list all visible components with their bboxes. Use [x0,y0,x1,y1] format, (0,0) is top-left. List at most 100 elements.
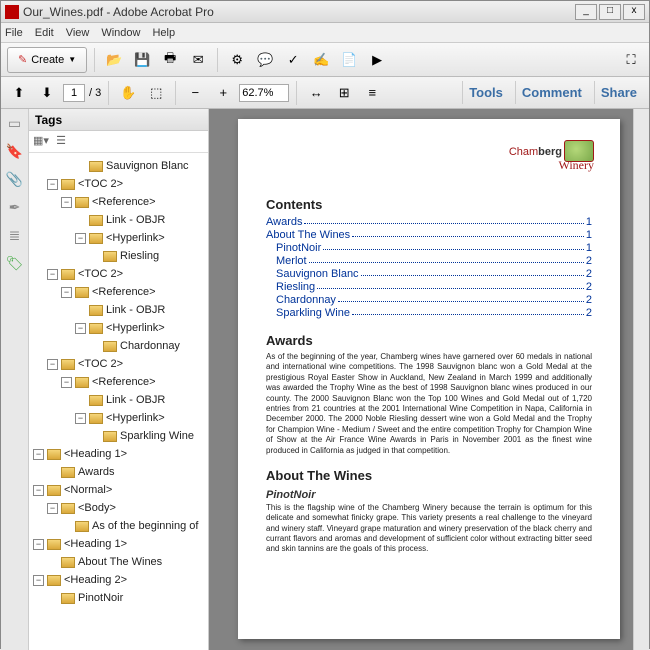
tree-node[interactable]: −<Reference> [31,283,206,301]
scroll-icon[interactable]: ≡ [360,81,384,105]
toc-page: 2 [586,307,592,319]
sign-icon[interactable]: ✍ [309,48,333,72]
open-icon[interactable]: 📂 [102,48,126,72]
toggle-icon[interactable]: − [61,377,72,388]
toc-line[interactable]: Sparkling Wine2 [266,307,592,319]
tags-options-icon[interactable]: ▦▾ [33,134,49,150]
hand-icon[interactable]: ✋ [116,81,140,105]
zoom-input[interactable] [239,84,289,102]
menu-edit[interactable]: Edit [35,27,54,39]
tree-node[interactable]: Riesling [31,247,206,265]
toc-line[interactable]: Merlot2 [266,255,592,267]
tree-node[interactable]: −<TOC 2> [31,355,206,373]
tree-node[interactable]: Sauvignon Blanc [31,157,206,175]
tree-node[interactable]: Awards [31,463,206,481]
tree-node[interactable]: −<Heading 1> [31,535,206,553]
tree-node[interactable]: Chardonnay [31,337,206,355]
toggle-icon[interactable]: − [47,269,58,280]
toc-line[interactable]: PinotNoir1 [266,242,592,254]
multimedia-icon[interactable]: ▶ [365,48,389,72]
tree-node[interactable]: Sparkling Wine [31,427,206,445]
toggle-icon[interactable]: − [33,485,44,496]
toggle-icon[interactable]: − [47,359,58,370]
app-icon [5,5,19,19]
toggle-icon[interactable]: − [33,449,44,460]
tree-node[interactable]: − <Hyperlink> [31,409,206,427]
comment-tab[interactable]: Comment [515,81,588,104]
maximize-button[interactable]: □ [599,4,621,20]
close-button[interactable]: x [623,4,645,20]
menu-file[interactable]: File [5,27,23,39]
email-icon[interactable]: ✉ [186,48,210,72]
tree-node[interactable]: −<Hyperlink> [31,229,206,247]
toc-line[interactable]: Sauvignon Blanc2 [266,268,592,280]
toggle-icon[interactable]: − [75,233,86,244]
attachments-icon[interactable]: 📎 [6,171,24,189]
form-icon[interactable]: 📄 [337,48,361,72]
toggle-icon[interactable]: − [47,179,58,190]
tree-node[interactable]: −<Reference> [31,193,206,211]
toggle-icon[interactable]: − [75,323,86,334]
gear-icon[interactable]: ⚙ [225,48,249,72]
tags-menu-icon[interactable]: ☰ [53,134,69,150]
page-input[interactable] [63,84,85,102]
page-up-icon[interactable]: ⬆ [7,81,31,105]
create-button[interactable]: ✎Create▼ [7,47,87,73]
save-icon[interactable]: 💾 [130,48,154,72]
fit-page-icon[interactable]: ⊞ [332,81,356,105]
tree-node[interactable]: As of the beginning of [31,517,206,535]
tree-node[interactable]: −<Heading 1> [31,445,206,463]
toc-line[interactable]: Riesling2 [266,281,592,293]
tree-label: Sauvignon Blanc [106,160,189,172]
tree-node[interactable]: −<Hyperlink> [31,319,206,337]
stamp-icon[interactable]: ✓ [281,48,305,72]
toc-line[interactable]: Chardonnay2 [266,294,592,306]
tag-icon [61,359,75,370]
tags-header: Tags [29,109,208,131]
toggle-icon[interactable]: − [33,575,44,586]
tree-node[interactable]: −<TOC 2> [31,175,206,193]
toc-line[interactable]: Awards1 [266,216,592,228]
toc-line[interactable]: About The Wines1 [266,229,592,241]
tools-tab[interactable]: Tools [462,81,509,104]
toggle-icon[interactable]: − [61,287,72,298]
fit-width-icon[interactable]: ↔ [304,81,328,105]
tree-node[interactable]: About The Wines [31,553,206,571]
tree-label: <Hyperlink> [106,412,165,424]
tags-tree[interactable]: Sauvignon Blanc−<TOC 2>−<Reference>Link … [29,153,208,650]
scrollbar[interactable] [633,109,649,650]
tree-node[interactable]: −<Reference> [31,373,206,391]
zoom-in-icon[interactable]: + [211,81,235,105]
layers-icon[interactable]: ≣ [6,227,24,245]
expand-icon[interactable]: ⛶ [619,48,643,72]
menu-window[interactable]: Window [101,27,140,39]
tree-node[interactable]: PinotNoir [31,589,206,607]
select-icon[interactable]: ⬚ [144,81,168,105]
toggle-icon[interactable]: − [61,197,72,208]
tree-node[interactable]: −<TOC 2> [31,265,206,283]
tree-node[interactable]: Link - OBJR [31,301,206,319]
document-area[interactable]: Chamberg Winery Contents Awards1About Th… [209,109,649,650]
heading-about: About The Wines [266,468,592,483]
print-icon[interactable]: 🖶 [158,48,182,72]
signatures-icon[interactable]: ✒ [6,199,24,217]
toggle-icon[interactable]: − [47,503,58,514]
zoom-out-icon[interactable]: − [183,81,207,105]
comment-icon[interactable]: 💬 [253,48,277,72]
page-down-icon[interactable]: ⬇ [35,81,59,105]
tree-node[interactable]: −<Heading 2> [31,571,206,589]
tree-node[interactable]: −<Normal> [31,481,206,499]
tree-node[interactable]: −<Body> [31,499,206,517]
menu-help[interactable]: Help [152,27,175,39]
toggle-icon[interactable]: − [75,413,86,424]
toggle-icon[interactable]: − [33,539,44,550]
tags-icon[interactable]: 🏷 [6,255,24,273]
tree-node[interactable]: Link - OBJR [31,211,206,229]
share-tab[interactable]: Share [594,81,643,104]
thumbnails-icon[interactable]: ▭ [6,115,24,133]
minimize-button[interactable]: _ [575,4,597,20]
bookmarks-icon[interactable]: 🔖 [6,143,24,161]
tag-icon [61,593,75,604]
menu-view[interactable]: View [66,27,90,39]
tree-node[interactable]: Link - OBJR [31,391,206,409]
